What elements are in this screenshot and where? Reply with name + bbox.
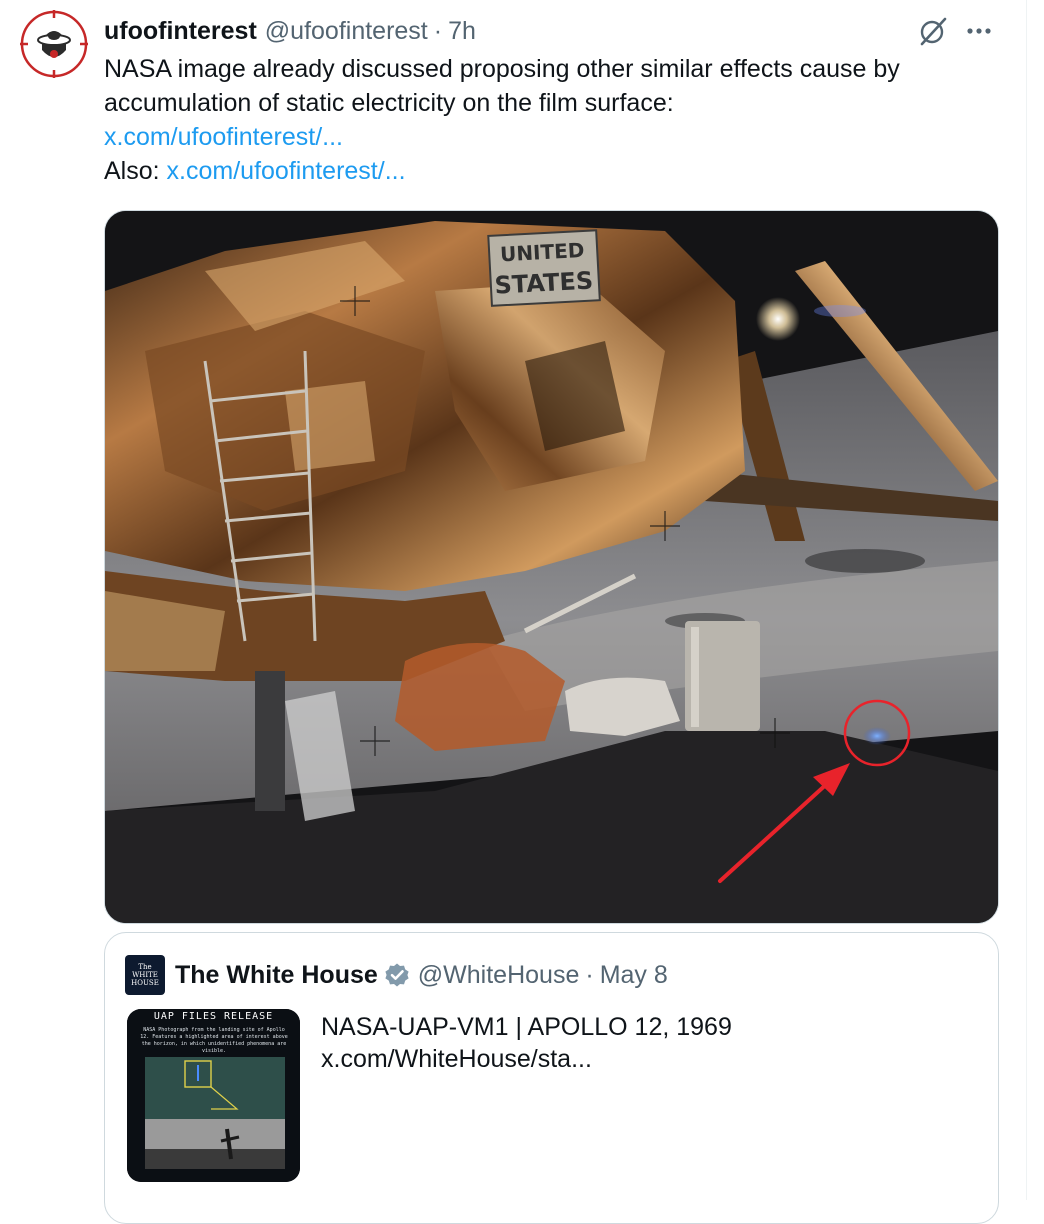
- quoted-tweet-header: The White House @WhiteHouse · May 8: [175, 957, 668, 993]
- more-options-icon[interactable]: [962, 14, 996, 48]
- ufo-logo-icon: [20, 10, 88, 78]
- quoted-thumbnail[interactable]: UAP FILES RELEASE NASA Photograph from t…: [127, 1009, 300, 1182]
- author-name[interactable]: ufoofinterest: [104, 17, 257, 46]
- tweet-header: ufoofinterest @ufoofinterest · 7h: [104, 14, 476, 48]
- tweet-link-1[interactable]: x.com/ufoofinterest/...: [104, 123, 343, 151]
- avatar-text-2: WHITE: [132, 971, 158, 979]
- tweet-actions-top: [916, 14, 996, 48]
- grok-icon[interactable]: [916, 14, 950, 48]
- united-states-sign: UNITED STATES: [487, 229, 601, 307]
- avatar[interactable]: [20, 10, 88, 78]
- tweet-photo[interactable]: UNITED STATES: [104, 210, 999, 924]
- avatar-text-1: The: [138, 963, 152, 971]
- timestamp[interactable]: 7h: [448, 17, 476, 46]
- sign-line-1: UNITED: [499, 238, 584, 266]
- quoted-tweet[interactable]: The WHITE HOUSE The White House @WhiteHo…: [104, 932, 999, 1224]
- quoted-tweet-text: NASA-UAP-VM1 | APOLLO 12, 1969 x.com/Whi…: [321, 1013, 732, 1073]
- tweet-body: NASA image already discussed proposing o…: [104, 55, 900, 117]
- white-house-avatar[interactable]: The WHITE HOUSE: [125, 955, 165, 995]
- quoted-author-name[interactable]: The White House: [175, 961, 378, 990]
- apollo-lunar-module-photo: UNITED STATES: [105, 211, 998, 923]
- tweet-text: NASA image already discussed proposing o…: [104, 52, 1004, 188]
- thumb-caption: NASA Photograph from the landing site of…: [140, 1027, 288, 1054]
- also-label: Also:: [104, 157, 160, 185]
- avatar-text-3: HOUSE: [131, 979, 159, 987]
- verified-badge-icon[interactable]: [384, 962, 410, 988]
- separator-dot: ·: [433, 16, 443, 45]
- quoted-separator-dot: ·: [585, 960, 594, 989]
- timeline-divider: [1026, 0, 1027, 1200]
- thumb-title: UAP FILES RELEASE: [153, 1011, 274, 1022]
- tweet-link-2[interactable]: x.com/ufoofinterest/...: [167, 157, 406, 185]
- quoted-author-handle[interactable]: @WhiteHouse: [418, 961, 580, 990]
- sign-line-2: STATES: [494, 267, 594, 300]
- quoted-date[interactable]: May 8: [600, 961, 668, 990]
- author-handle[interactable]: @ufoofinterest: [265, 17, 428, 46]
